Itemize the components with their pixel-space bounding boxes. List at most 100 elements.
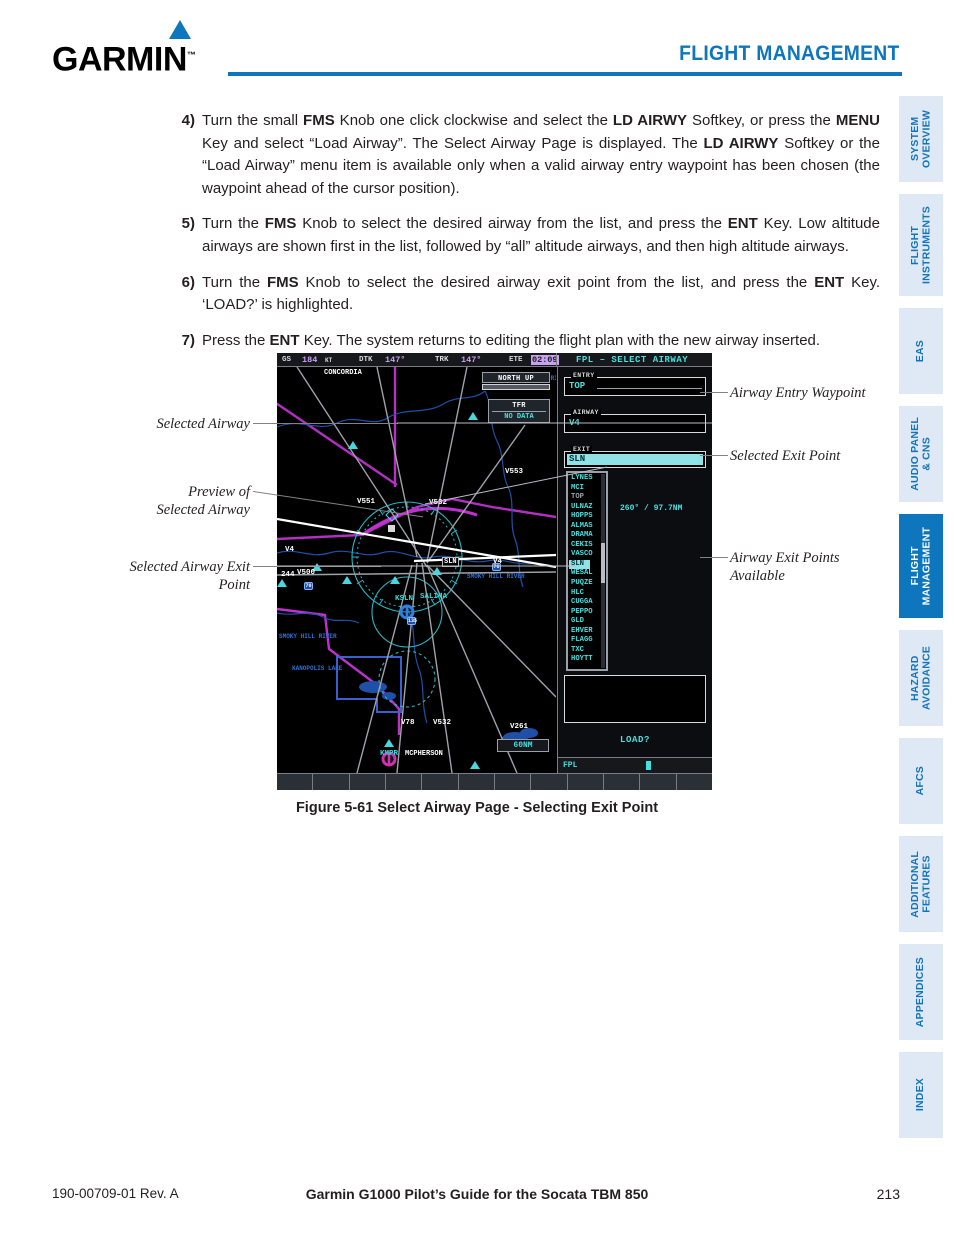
exit-point-item[interactable]: CEKIS (569, 541, 601, 551)
load-button[interactable]: LOAD? (564, 735, 706, 745)
mfd-map[interactable]: CONCORDIAREPUBLICAN RIVERV551V532V553V4V… (277, 367, 556, 773)
mfd-status-bar: FPL (557, 757, 712, 773)
map-label-city: CONCORDIA (324, 369, 362, 377)
leader-airway-exit-point (253, 566, 381, 567)
entry-underline (597, 388, 702, 389)
exit-point-item[interactable]: PUQZE (569, 579, 601, 589)
exit-point-item[interactable]: DRAMA (569, 531, 601, 541)
softkey-11[interactable] (640, 774, 677, 790)
map-label-airway: V553 (505, 468, 524, 476)
tfr-label: TFR (512, 401, 526, 410)
mfd-top-data-bar: GS 184 KT DTK 147° TRK 147° ETE 02:09 FP… (277, 353, 712, 367)
load-panel (564, 675, 706, 723)
garmin-triangle-icon (169, 20, 191, 39)
sidebar-tab-label: APPENDICES (914, 956, 927, 1028)
exit-point-item[interactable]: VASCO (569, 550, 601, 560)
softkey-6[interactable] (459, 774, 495, 790)
ete-label: ETE (509, 355, 523, 364)
sidebar-tab-additional-features[interactable]: ADDITIONAL FEATURES (899, 836, 943, 932)
ete-value: 02:09 (531, 354, 559, 365)
map-label-airway: V261 (510, 723, 529, 731)
exit-caption: EXIT (571, 446, 593, 453)
sidebar-tab-eas[interactable]: EAS (899, 308, 943, 394)
footer-doc-number: 190-00709-01 Rev. A (52, 1186, 179, 1201)
exit-point-item[interactable]: TXC (569, 646, 601, 656)
trk-label: TRK (435, 355, 449, 364)
airway-field[interactable]: AIRWAY V4 (564, 409, 706, 433)
softkey-10[interactable] (604, 774, 641, 790)
map-label-city: MCPHERSON (405, 750, 443, 758)
callout-selected-airway: Selected Airway (156, 416, 250, 432)
map-label-airway: V532 (433, 719, 452, 727)
leader-selected-airway (253, 423, 398, 424)
exit-point-item[interactable]: PEPPO (569, 608, 601, 618)
softkey-7[interactable] (495, 774, 532, 790)
fpl-status-label: FPL (563, 761, 578, 770)
exit-point-item[interactable]: TOP (569, 493, 601, 503)
exit-point-item[interactable]: ALMAS (569, 522, 601, 532)
instruction-step: 6) Turn the FMS Knob to select the desire… (160, 272, 880, 317)
page-title: FLIGHT MANAGEMENT (679, 42, 900, 65)
softkey-12[interactable] (677, 774, 712, 790)
sidebar-tab-system-overview[interactable]: SYSTEM OVERVIEW (899, 96, 943, 182)
exit-point-item[interactable]: HLC (569, 589, 601, 599)
leader-entry-waypoint (700, 392, 728, 393)
softkey-3[interactable] (350, 774, 386, 790)
sidebar-tab-hazard-avoidance[interactable]: HAZARD AVOIDANCE (899, 630, 943, 726)
map-label-airport: SALINA (420, 593, 448, 601)
topbar-divider (556, 353, 557, 367)
exit-point-item[interactable]: LYNES (569, 474, 601, 484)
header-rule (228, 72, 902, 76)
exit-point-item[interactable]: SLN (569, 559, 590, 570)
softkey-9[interactable] (568, 774, 604, 790)
entry-value: TOP (569, 381, 586, 391)
entry-field[interactable]: ENTRY TOP (564, 372, 706, 396)
step-number: 4) (181, 112, 195, 129)
exit-point-item[interactable]: WESAL (569, 569, 601, 579)
exit-point-item[interactable]: GLD (569, 617, 601, 627)
exit-points-list[interactable]: LYNES MCI TOP ULNAZ HOPPS ALMAS DRAMA CEKIS VASC… (566, 471, 608, 671)
select-airway-pane: ENTRY TOP AIRWAY V4 EXIT SLN LYNES MCI TOP… (557, 367, 712, 773)
step-number: 6) (181, 273, 195, 291)
fpl-status-indicator (646, 761, 651, 770)
garmin-wordmark: GARMIN™ (52, 36, 227, 78)
dtk-label: DTK (359, 355, 373, 364)
sidebar-tab-appendices[interactable]: APPENDICES (899, 944, 943, 1040)
distance-bearing-readout: 260° / 97.7NM (620, 504, 683, 513)
page-footer: Garmin G1000 Pilot’s Guide for the Socat… (0, 1186, 954, 1216)
sidebar-tab-flight-instruments[interactable]: FLIGHT INSTRUMENTS (899, 194, 943, 296)
map-range-indicator: 60NM (497, 739, 549, 752)
exit-point-item[interactable]: EHVER (569, 627, 601, 637)
gs-label: GS (282, 355, 292, 364)
callout-preview-of-selected-airway: Preview of Selected Airway (156, 484, 250, 518)
sidebar-tab-label: AFCS (914, 766, 927, 796)
map-label-waypoint: SLN (442, 557, 459, 567)
sidebar-tab-label: INDEX (914, 1078, 927, 1112)
softkey-8[interactable] (531, 774, 568, 790)
highway-shield: 135 (407, 617, 418, 625)
map-label-airport: KMPR (380, 750, 399, 758)
map-orientation-button[interactable]: NORTH UP (482, 372, 550, 383)
map-label-airway: 244 (281, 571, 295, 579)
softkey-1[interactable] (277, 774, 314, 790)
softkey-5[interactable] (422, 774, 459, 790)
mfd-page-title: FPL – SELECT AIRWAY (576, 354, 689, 365)
map-label-airway: V500 (297, 569, 316, 577)
exit-point-item[interactable]: ULNAZ (569, 503, 601, 513)
callout-airway-entry-waypoint: Airway Entry Waypoint (730, 385, 866, 401)
exit-field[interactable]: EXIT SLN (564, 446, 706, 468)
callout-selected-exit-point: Selected Exit Point (730, 448, 841, 464)
exit-point-item[interactable]: HOYTT (569, 655, 601, 665)
exit-point-item[interactable]: MCI (569, 484, 601, 494)
exit-point-item[interactable]: CUGGA (569, 598, 601, 608)
exit-list-scroll-thumb[interactable] (601, 543, 605, 583)
exit-point-item[interactable]: HOPPS (569, 512, 601, 522)
sidebar-tab-label: EAS (914, 339, 927, 363)
sidebar-tab-index[interactable]: INDEX (899, 1052, 943, 1138)
softkey-2[interactable] (313, 774, 350, 790)
softkey-4[interactable] (386, 774, 423, 790)
exit-point-item[interactable]: FLAGG (569, 636, 601, 646)
tfr-button[interactable]: TFR NO DATA (488, 399, 550, 423)
map-range-slider[interactable] (482, 384, 550, 390)
section-tabs: SYSTEM OVERVIEW FLIGHT INSTRUMENTS EAS AUDI… (899, 96, 943, 1150)
